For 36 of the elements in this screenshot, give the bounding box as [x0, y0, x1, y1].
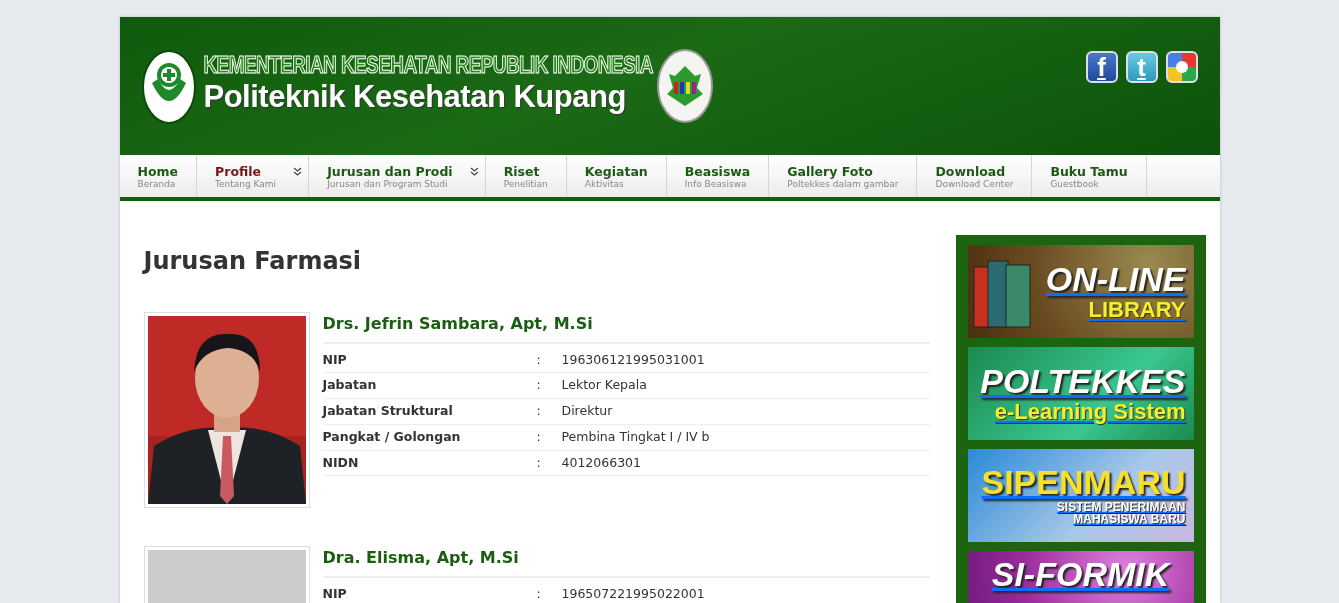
field-separator: :	[536, 402, 542, 421]
nav-item[interactable]: Riset Penelitian	[485, 155, 567, 197]
institution-title: Politeknik Kesehatan Kupang	[203, 81, 627, 112]
page-title: Jurusan Farmasi	[143, 247, 363, 276]
field-label: NIP	[322, 584, 348, 603]
nav-item[interactable]: Buku Tamu Guestbook	[1032, 155, 1147, 197]
banner-link[interactable]: SI-FORMIK	[967, 551, 1194, 603]
nav-item[interactable]: Profile Tentang Kami	[197, 155, 310, 197]
field-value: Direktur	[561, 402, 613, 421]
nav-item[interactable]: Gallery Foto Poltekkes dalam gambar	[769, 155, 918, 197]
nav-item[interactable]: Download Download Center	[917, 155, 1033, 197]
field-separator: :	[536, 350, 542, 369]
field-value: 196306121995031001	[561, 350, 705, 369]
field-value: 4012066301	[561, 453, 642, 472]
nav-item[interactable]: Beasiswa Info Beasiswa	[666, 155, 770, 197]
field-value: Lektor Kepala	[561, 376, 647, 395]
staff-name: Dra. Elisma, Apt, M.Si	[322, 545, 930, 578]
nav-item[interactable]: Jurusan dan Prodi Jurusan dan Program Studi	[309, 155, 486, 197]
field-separator: :	[536, 376, 542, 395]
nav-item[interactable]: Kegiatan Aktivitas	[566, 155, 667, 197]
banner-link[interactable]: ON-LINE LIBRARY	[967, 245, 1194, 338]
field-label: Jabatan Struktural	[322, 402, 454, 421]
google-link[interactable]	[1165, 51, 1198, 83]
field-label: Pangkat / Golongan	[322, 427, 462, 446]
nav-item[interactable]: Home Beranda	[119, 155, 198, 197]
field-label: NIP	[322, 350, 348, 369]
field-separator: :	[536, 453, 542, 472]
ministry-title: KEMENTERIAN KESEHATAN REPUBLIK INDONESIA	[203, 52, 653, 77]
field-value: Pembina Tingkat I / IV b	[561, 427, 710, 446]
facebook-link[interactable]: f	[1085, 51, 1118, 83]
field-label: NIDN	[322, 453, 360, 472]
field-separator: :	[536, 584, 542, 603]
staff-name: Drs. Jefrin Sambara, Apt, M.Si	[322, 311, 930, 344]
field-label: Jabatan	[322, 376, 378, 395]
field-value: 196507221995022001	[561, 584, 705, 603]
field-separator: :	[536, 427, 542, 446]
